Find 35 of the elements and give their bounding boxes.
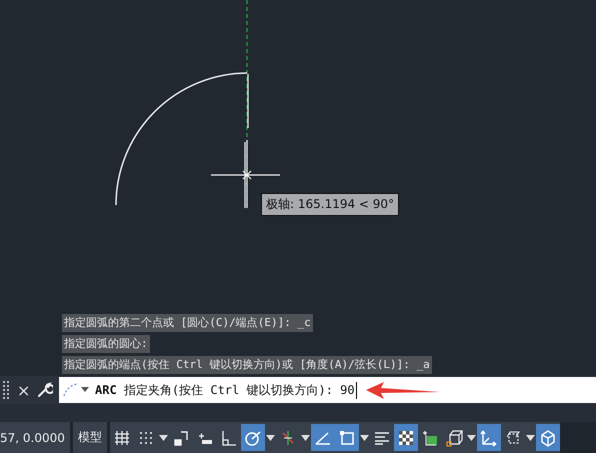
crosshair-cursor <box>211 140 280 208</box>
gizmo-cube-toggle[interactable] <box>536 424 560 451</box>
checker-icon <box>396 428 415 446</box>
angle-toggle[interactable] <box>310 424 335 451</box>
caret-icon <box>266 434 275 440</box>
command-input-field[interactable]: ARC 指定夹角(按住 Ctrl 键以切换方向): 90 <box>59 377 596 403</box>
circle-angle-toggle[interactable] <box>240 424 265 451</box>
right-angle-icon <box>220 428 238 446</box>
model-tab[interactable]: 模型 <box>72 422 107 453</box>
dashed-cube-icon <box>504 428 522 446</box>
polar-tooltip: 极轴: 165.1194 < 90° <box>261 193 400 216</box>
square-corner-icon <box>338 428 356 446</box>
caret-icon <box>158 434 168 440</box>
radius-line <box>247 74 249 128</box>
caret-icon <box>300 434 310 440</box>
step-icon <box>172 428 190 446</box>
caret-icon <box>360 434 369 440</box>
close-button[interactable]: × <box>13 380 31 400</box>
grip-icon[interactable] <box>3 381 9 399</box>
caret-icon <box>526 434 535 440</box>
coordinates: 57, 0.0000 <box>0 422 70 453</box>
stacked-squares-icon <box>420 428 439 446</box>
cube-icon <box>444 428 463 446</box>
caret-icon <box>466 434 476 440</box>
arc-dropdown-icon[interactable] <box>63 383 91 397</box>
axes-icon <box>480 428 498 446</box>
checker-toggle[interactable] <box>394 424 418 451</box>
grid-icon <box>112 428 131 446</box>
square-corner-toggle[interactable] <box>334 424 359 451</box>
circle-angle-icon <box>244 428 262 446</box>
wrench-icon[interactable] <box>37 382 53 398</box>
gizmo-cube-icon <box>538 428 557 446</box>
command-text: ARC 指定夹角(按住 Ctrl 键以切换方向): 90 <box>95 382 357 398</box>
axes-toggle[interactable] <box>476 424 501 451</box>
preview-line <box>244 142 246 208</box>
